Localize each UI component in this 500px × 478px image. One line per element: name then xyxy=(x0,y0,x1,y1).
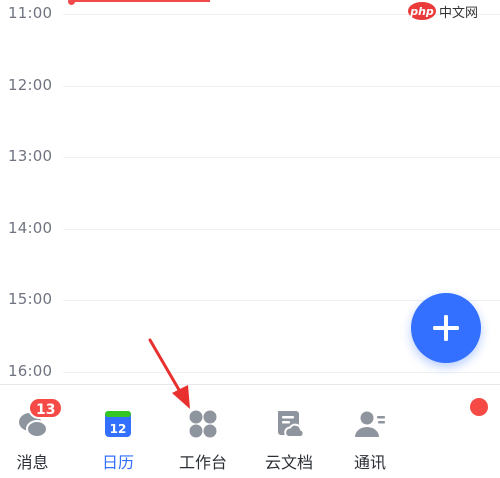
watermark-text: 中文网 xyxy=(439,5,479,21)
annotation-arrow-icon xyxy=(148,338,190,409)
cloud-doc-icon xyxy=(278,411,305,438)
hour-row-13[interactable]: 13:00 xyxy=(0,147,500,229)
watermark-badge: php xyxy=(408,2,436,20)
hour-label: 16:00 xyxy=(8,362,53,380)
hour-label: 14:00 xyxy=(8,219,53,237)
unread-badge: 13 xyxy=(28,397,64,419)
hour-row-16[interactable]: 16:00 xyxy=(0,362,500,384)
hour-row-12[interactable]: 12:00 xyxy=(0,76,500,158)
bottom-tab-bar: 13 消息 12 日历 工作台 云文档 通讯 xyxy=(0,384,500,478)
watermark: php 中文网 xyxy=(408,0,494,22)
calendar-icon: 12 xyxy=(105,411,131,437)
hour-divider xyxy=(63,86,500,87)
notification-dot xyxy=(470,398,488,416)
current-time-line xyxy=(70,0,210,2)
hour-label: 13:00 xyxy=(8,147,53,165)
add-event-button[interactable] xyxy=(411,293,481,363)
hour-label: 12:00 xyxy=(8,76,53,94)
tab-label: 日历 xyxy=(101,453,134,472)
hour-label: 15:00 xyxy=(8,290,53,308)
tab-label: 通讯 xyxy=(353,453,386,472)
tab-messages[interactable]: 13 消息 xyxy=(0,385,65,478)
tab-cloud-docs[interactable]: 云文档 xyxy=(254,385,324,478)
tab-label: 消息 xyxy=(16,453,49,472)
hour-label: 11:00 xyxy=(8,4,53,22)
plus-icon xyxy=(433,315,459,341)
calendar-day-number: 12 xyxy=(110,422,127,436)
current-time-dot xyxy=(68,0,75,5)
contacts-icon xyxy=(355,411,385,437)
hour-divider xyxy=(63,229,500,230)
tab-label: 云文档 xyxy=(264,453,313,472)
hour-row-11[interactable]: 11:00 xyxy=(0,4,500,86)
hour-row-14[interactable]: 14:00 xyxy=(0,219,500,301)
hour-divider xyxy=(63,157,500,158)
tab-label: 工作台 xyxy=(178,453,227,472)
hour-divider xyxy=(63,372,500,373)
tab-contacts[interactable]: 通讯 xyxy=(340,385,400,478)
